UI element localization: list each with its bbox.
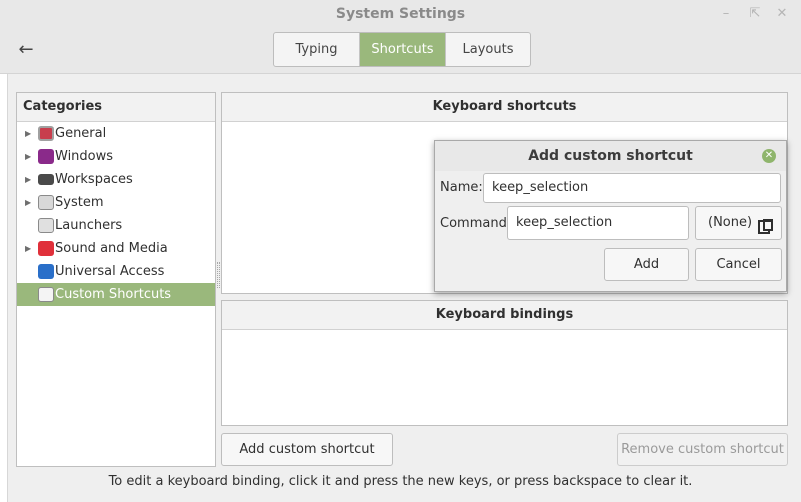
open-file-icon (758, 215, 774, 234)
dialog-title: Add custom shortcut (435, 141, 786, 171)
category-label: Sound and Media (55, 241, 168, 256)
expander-arrow-icon[interactable]: ▶ (25, 191, 35, 214)
add-custom-shortcut-button[interactable]: Add custom shortcut (221, 433, 393, 466)
dialog-close-icon[interactable]: ✕ (762, 149, 776, 163)
category-general[interactable]: ▶ General (17, 122, 215, 145)
category-system[interactable]: ▶ System (17, 191, 215, 214)
cancel-button[interactable]: Cancel (695, 248, 782, 281)
expander-arrow-icon[interactable]: ▶ (25, 145, 35, 168)
category-label: Workspaces (55, 172, 133, 187)
category-custom-shortcuts[interactable]: Custom Shortcuts (17, 283, 215, 306)
category-windows[interactable]: ▶ Windows (17, 145, 215, 168)
name-label: Name: (440, 180, 483, 195)
category-label: Launchers (55, 218, 123, 233)
workspaces-icon (38, 174, 54, 185)
keyboard-bindings-panel: Keyboard bindings (221, 300, 788, 426)
minimize-icon[interactable]: – (716, 4, 736, 24)
universal-access-icon (38, 264, 54, 279)
status-hint-text: To edit a keyboard binding, click it and… (108, 474, 693, 489)
command-label: Command: (440, 216, 512, 231)
category-universal-access[interactable]: Universal Access (17, 260, 215, 283)
windows-icon (38, 149, 54, 164)
category-label: System (55, 195, 104, 210)
tab-typing[interactable]: Typing (274, 33, 360, 66)
system-icon (38, 195, 54, 210)
category-sound-and-media[interactable]: ▶ Sound and Media (17, 237, 215, 260)
titlebar: System Settings – ⇱ ✕ ← Typing Shortcuts… (0, 0, 801, 74)
categories-panel: Categories ▶ General ▶ Windows ▶ Workspa… (16, 92, 216, 467)
browse-button-label: (None) (708, 215, 753, 230)
categories-header: Categories (17, 93, 215, 122)
general-icon (38, 126, 54, 141)
tab-shortcuts[interactable]: Shortcuts (360, 33, 446, 66)
command-browse-button[interactable]: (None) (695, 206, 782, 240)
system-settings-window: System Settings – ⇱ ✕ ← Typing Shortcuts… (0, 0, 801, 502)
maximize-icon[interactable]: ⇱ (745, 4, 765, 24)
add-custom-shortcut-dialog: Add custom shortcut ✕ Name: keep_selecti… (434, 140, 787, 292)
close-window-icon[interactable]: ✕ (772, 4, 792, 24)
custom-shortcuts-icon (38, 287, 54, 302)
keyboard-shortcuts-header: Keyboard shortcuts (222, 93, 787, 122)
expander-arrow-icon[interactable]: ▶ (25, 122, 35, 145)
category-label: Custom Shortcuts (55, 287, 172, 302)
category-label: Universal Access (55, 264, 165, 279)
window-title: System Settings (335, 6, 466, 22)
name-input[interactable]: keep_selection (483, 173, 781, 203)
keyboard-bindings-header: Keyboard bindings (222, 301, 787, 330)
back-arrow-icon[interactable]: ← (14, 38, 38, 62)
category-workspaces[interactable]: ▶ Workspaces (17, 168, 215, 191)
sound-media-icon (38, 241, 54, 256)
pane-resize-handle[interactable] (217, 262, 220, 288)
tab-layouts[interactable]: Layouts (446, 33, 530, 66)
command-input[interactable]: keep_selection (507, 206, 689, 240)
remove-custom-shortcut-button[interactable]: Remove custom shortcut (617, 433, 788, 466)
category-launchers[interactable]: Launchers (17, 214, 215, 237)
expander-arrow-icon[interactable]: ▶ (25, 237, 35, 260)
launchers-icon (38, 218, 54, 233)
expander-arrow-icon[interactable]: ▶ (25, 168, 35, 191)
tab-bar: Typing Shortcuts Layouts (273, 32, 531, 67)
categories-list: ▶ General ▶ Windows ▶ Workspaces ▶ Syste… (17, 122, 215, 306)
background-window-edge (0, 74, 8, 502)
category-label: General (55, 126, 107, 141)
add-button[interactable]: Add (604, 248, 689, 281)
category-label: Windows (55, 149, 114, 164)
